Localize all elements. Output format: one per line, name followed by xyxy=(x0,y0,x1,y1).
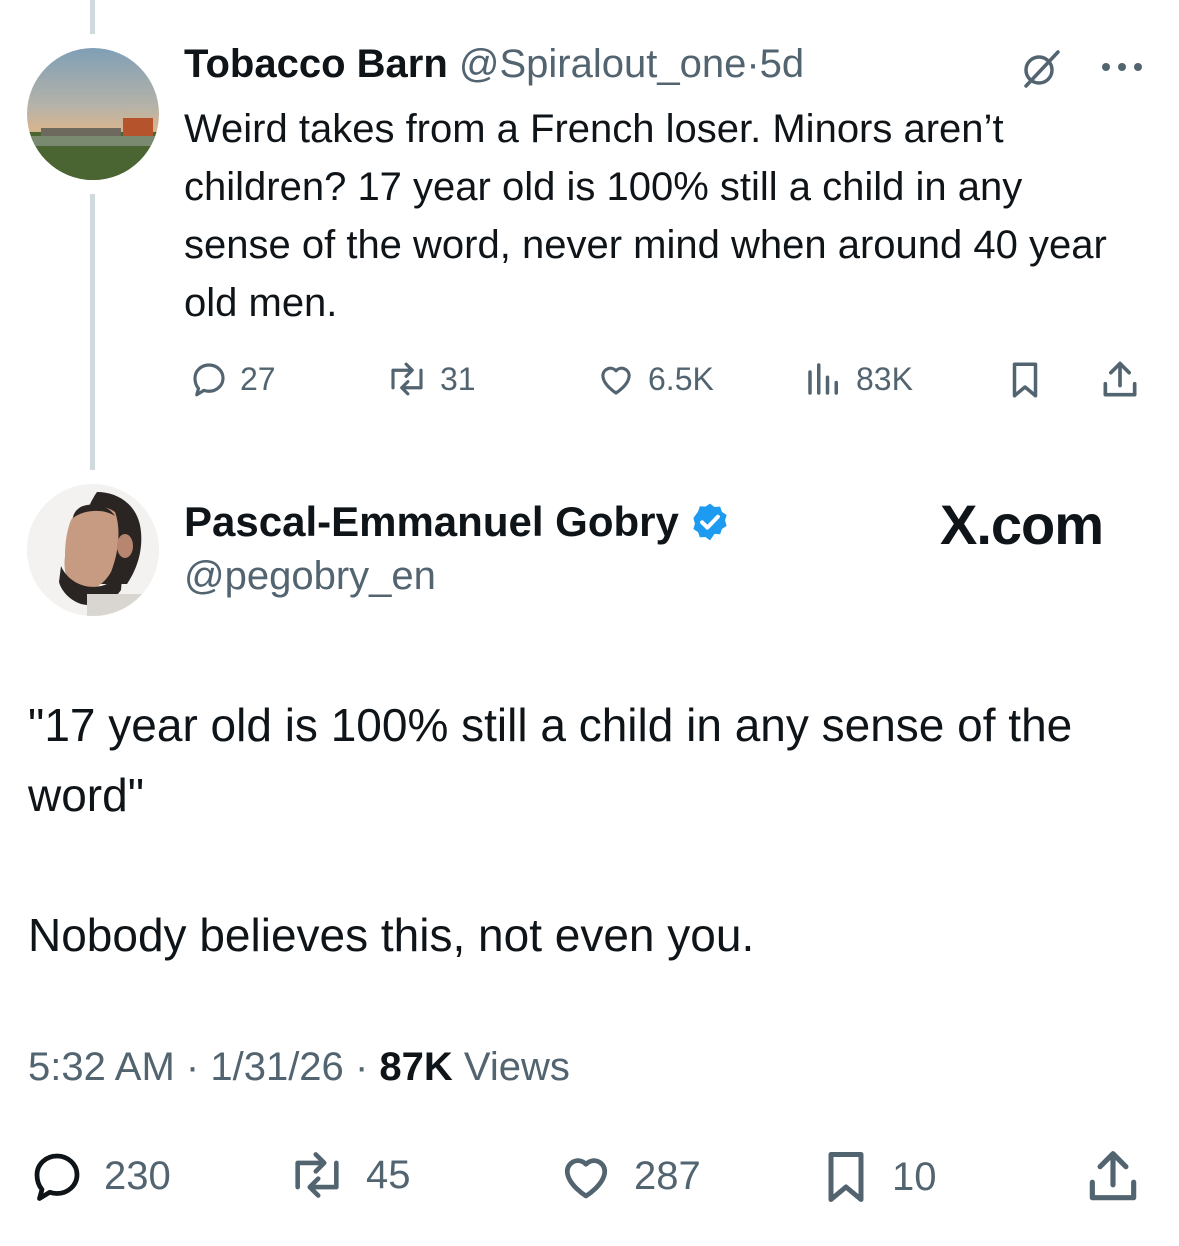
tweet-meta: 5:32 AM · 1/31/26 · 87K Views xyxy=(28,1045,570,1090)
separator-dot: · xyxy=(354,1045,369,1089)
tweet-body: "17 year old is 100% still a child in an… xyxy=(28,690,1138,970)
reply-count: 230 xyxy=(104,1153,171,1198)
grok-icon[interactable] xyxy=(1018,46,1064,97)
reply-action-bar: 27 31 6.5K 83K xyxy=(184,358,1149,402)
main-action-bar: 230 45 287 10 xyxy=(26,1146,1149,1206)
repost-icon xyxy=(391,362,423,396)
handle[interactable]: @pegobry_en xyxy=(184,554,436,599)
bookmark-count: 10 xyxy=(892,1154,937,1199)
view-count: 83K xyxy=(856,360,913,397)
thread-line-top xyxy=(90,0,95,34)
reply-count: 27 xyxy=(240,360,276,397)
views-count: 87K xyxy=(379,1045,453,1089)
avatar[interactable] xyxy=(27,48,159,180)
thread-line xyxy=(90,194,95,470)
more-options-icon[interactable] xyxy=(1100,60,1146,78)
handle[interactable]: @Spiralout_one xyxy=(459,42,746,86)
bookmark-icon xyxy=(1012,362,1038,398)
like-button[interactable]: 6.5K xyxy=(594,358,714,400)
views-label: Views xyxy=(463,1045,570,1089)
tweet-age[interactable]: 5d xyxy=(760,42,805,86)
reply-header: Tobacco Barn @Spiralout_one·5d xyxy=(184,42,804,87)
like-count: 6.5K xyxy=(648,360,714,397)
tweet-paragraph: Nobody believes this, not even you. xyxy=(28,909,755,961)
tweet-date[interactable]: 1/31/26 xyxy=(210,1045,343,1089)
repost-button[interactable]: 45 xyxy=(284,1146,411,1204)
share-icon xyxy=(1089,1151,1137,1201)
bar-chart-icon xyxy=(808,363,838,395)
bookmark-button[interactable] xyxy=(1004,358,1046,402)
reply-button[interactable]: 230 xyxy=(26,1146,171,1206)
display-name[interactable]: Tobacco Barn xyxy=(184,42,448,86)
heart-icon xyxy=(601,366,631,395)
comment-icon xyxy=(193,363,225,397)
brand-label[interactable]: X.com xyxy=(940,492,1104,557)
separator-dot: · xyxy=(746,42,760,86)
repost-button[interactable]: 31 xyxy=(384,358,476,400)
bookmark-icon xyxy=(828,1152,864,1202)
tweet-paragraph: "17 year old is 100% still a child in an… xyxy=(28,699,1073,821)
avatar[interactable] xyxy=(27,484,159,616)
repost-icon xyxy=(295,1152,339,1198)
like-button[interactable]: 287 xyxy=(554,1146,701,1206)
main-header: Pascal-Emmanuel Gobry xyxy=(184,498,731,546)
comment-icon xyxy=(34,1153,80,1201)
repost-count: 31 xyxy=(440,360,476,397)
reply-text: Weird takes from a French loser. Minors … xyxy=(184,107,1107,325)
share-button[interactable] xyxy=(1098,358,1142,402)
display-name[interactable]: Pascal-Emmanuel Gobry xyxy=(184,498,679,546)
tweet-time[interactable]: 5:32 AM xyxy=(28,1045,175,1089)
separator-dot: · xyxy=(185,1045,200,1089)
like-count: 287 xyxy=(634,1153,701,1198)
bookmark-button[interactable]: 10 xyxy=(816,1146,937,1208)
repost-count: 45 xyxy=(366,1152,411,1197)
reply-button[interactable]: 27 xyxy=(188,358,276,400)
heart-icon xyxy=(564,1158,608,1199)
views-button[interactable]: 83K xyxy=(802,358,913,400)
verified-badge-icon xyxy=(693,503,727,541)
share-icon xyxy=(1103,361,1137,397)
share-button[interactable] xyxy=(1082,1146,1144,1208)
